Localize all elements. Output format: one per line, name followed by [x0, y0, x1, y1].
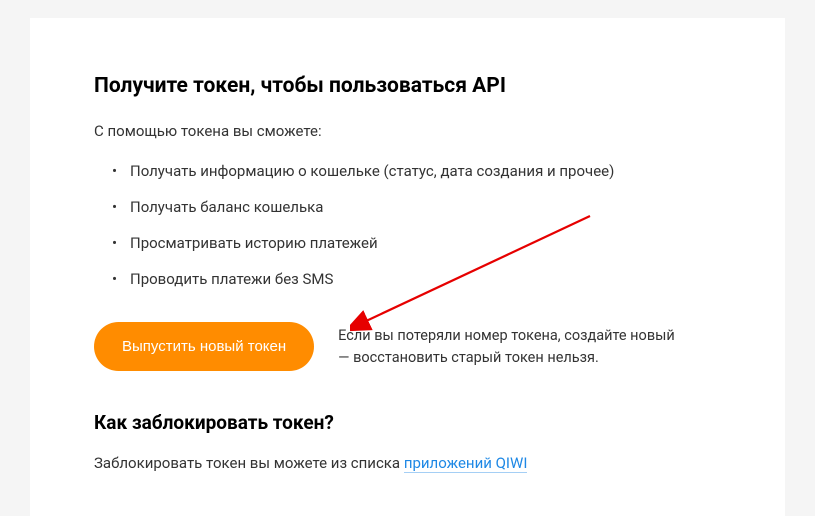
- block-text: Заблокировать токен вы можете из списка …: [94, 454, 721, 472]
- list-item: Просматривать историю платежей: [112, 234, 721, 252]
- hint-text: Если вы потеряли номер токена, создайте …: [338, 325, 678, 369]
- intro-text: С помощью токена вы сможете:: [94, 122, 721, 140]
- content-card: Получите токен, чтобы пользоваться API С…: [30, 18, 785, 516]
- qiwi-apps-link[interactable]: приложений QIWI: [404, 454, 528, 473]
- block-text-prefix: Заблокировать токен вы можете из списка: [94, 454, 404, 472]
- block-heading: Как заблокировать токен?: [94, 411, 721, 434]
- issue-new-token-button[interactable]: Выпустить новый токен: [94, 322, 314, 371]
- page-title: Получите токен, чтобы пользоваться API: [94, 74, 721, 98]
- features-list: Получать информацию о кошельке (статус, …: [112, 162, 721, 288]
- list-item: Проводить платежи без SMS: [112, 270, 721, 288]
- button-row: Выпустить новый токен Если вы потеряли н…: [94, 322, 721, 371]
- list-item: Получать баланс кошелька: [112, 198, 721, 216]
- list-item: Получать информацию о кошельке (статус, …: [112, 162, 721, 180]
